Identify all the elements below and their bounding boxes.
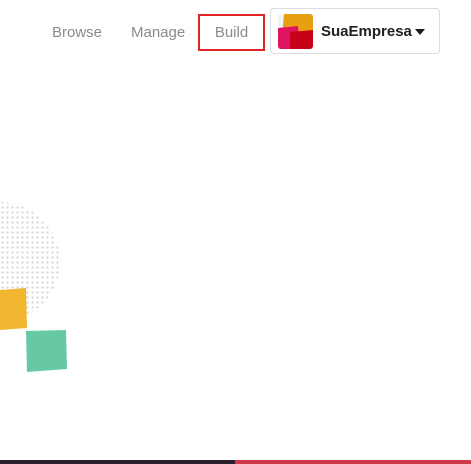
nav-link-build[interactable]: Build <box>198 14 265 51</box>
company-name: SuaEmpresa <box>321 23 412 40</box>
yellow-square-shape <box>0 288 27 330</box>
nav-link-browse[interactable]: Browse <box>52 24 102 42</box>
company-switcher[interactable]: SuaEmpresa <box>270 8 440 54</box>
bottom-bar-dark-segment <box>0 460 235 464</box>
caret-down-icon[interactable] <box>415 29 425 35</box>
top-navigation: Browse Manage Build SuaEmpresa <box>0 0 471 64</box>
nav-link-manage[interactable]: Manage <box>131 24 185 42</box>
green-square-shape <box>26 330 67 372</box>
company-logo <box>278 14 313 49</box>
bottom-bar-red-segment <box>235 460 471 464</box>
decorative-illustration <box>0 180 90 390</box>
